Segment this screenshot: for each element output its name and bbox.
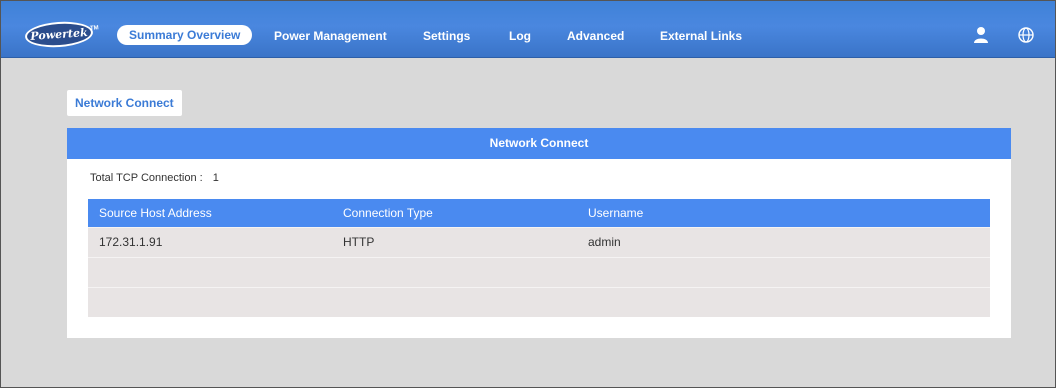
total-tcp-connection: Total TCP Connection : 1: [90, 172, 219, 184]
table-row: [88, 287, 990, 317]
column-connection-type: Connection Type: [343, 206, 433, 220]
nav-settings[interactable]: Settings: [423, 27, 470, 45]
powertek-logo[interactable]: Powertek TM: [24, 19, 99, 50]
tab-network-connect[interactable]: Network Connect: [67, 90, 182, 116]
network-connect-panel: Network Connect Total TCP Connection :1 …: [67, 128, 1011, 338]
total-tcp-label: Total TCP Connection :: [90, 172, 203, 184]
logo-trademark: TM: [89, 25, 99, 32]
cell-username: admin: [588, 235, 621, 249]
nav-summary-overview[interactable]: Summary Overview: [117, 25, 253, 45]
table-row: [88, 257, 990, 287]
nav-external-links[interactable]: External Links: [660, 27, 742, 45]
app-frame: Powertek TM Summary Overview Power Manag…: [0, 0, 1056, 388]
nav-log[interactable]: Log: [509, 27, 531, 45]
cell-connection-type: HTTP: [343, 235, 375, 249]
table-row: 172.31.1.91 HTTP admin: [88, 227, 990, 257]
logo-text: Powertek: [29, 26, 89, 43]
globe-icon[interactable]: [1017, 26, 1035, 44]
column-username: Username: [588, 206, 644, 220]
nav-advanced[interactable]: Advanced: [567, 27, 624, 45]
nav-power-management[interactable]: Power Management: [274, 27, 387, 45]
top-navigation-bar: Powertek TM Summary Overview Power Manag…: [1, 1, 1055, 58]
cell-source-host: 172.31.1.91: [99, 235, 163, 249]
panel-title: Network Connect: [67, 128, 1011, 159]
column-source-host-address: Source Host Address: [99, 206, 212, 220]
connection-table: Source Host Address Connection Type User…: [88, 199, 990, 317]
table-header: Source Host Address Connection Type User…: [88, 199, 990, 227]
total-tcp-value: 1: [212, 172, 219, 184]
user-icon[interactable]: [972, 26, 990, 44]
